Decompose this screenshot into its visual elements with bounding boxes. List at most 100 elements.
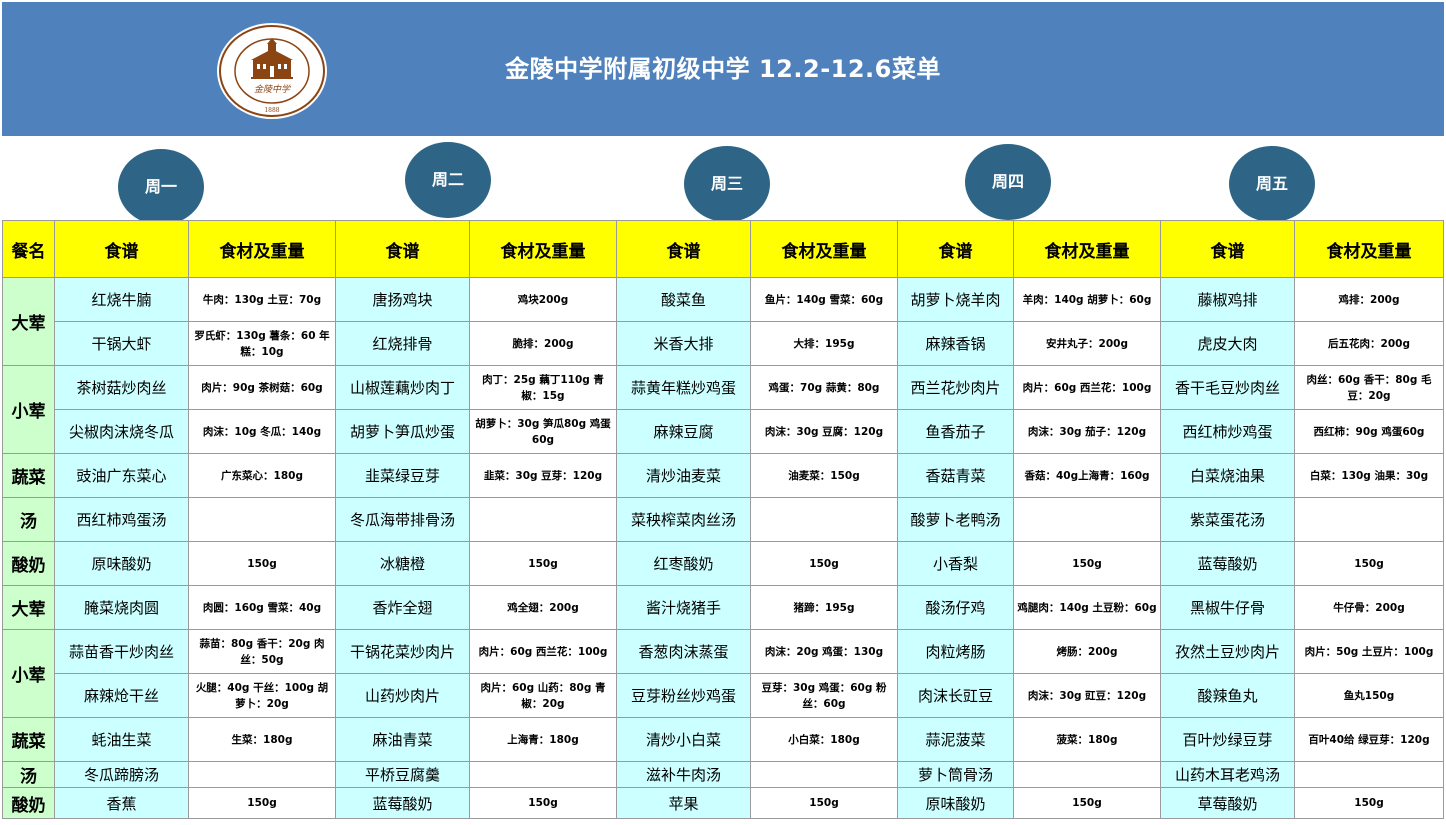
menu-row: 干锅大虾 罗氏虾：130g 薯条：60 年糕：10g 红烧排骨 脆排：200g 米香大排…	[3, 321, 1444, 366]
dish-cell: 藤椒鸡排	[1160, 277, 1295, 322]
dish-cell: 酸菜鱼	[616, 277, 751, 322]
dish-cell: 酸辣鱼丸	[1160, 673, 1295, 718]
dish-cell: 草莓酸奶	[1160, 787, 1295, 819]
ingredient-cell: 150g	[188, 787, 336, 819]
ingredient-cell: 鸡全翅：200g	[469, 585, 617, 630]
dish-cell: 香干毛豆炒肉丝	[1160, 365, 1295, 410]
column-header-ingredients: 食材及重量	[188, 220, 336, 278]
dish-cell: 豉油广东菜心	[54, 453, 189, 498]
dish-cell: 胡萝卜笋瓜炒蛋	[335, 409, 470, 454]
ingredient-cell	[188, 761, 336, 788]
ingredient-cell: 肉沫：20g 鸡蛋：130g	[750, 629, 898, 674]
ingredient-cell: 蒜苗：80g 香干：20g 肉丝：50g	[188, 629, 336, 674]
dish-cell: 蒜苗香干炒肉丝	[54, 629, 189, 674]
dish-cell: 紫菜蛋花汤	[1160, 497, 1295, 542]
dish-cell: 香葱肉沫蒸蛋	[616, 629, 751, 674]
ingredient-cell: 鸡排：200g	[1294, 277, 1444, 322]
ingredient-cell: 肉片：60g 西兰花：100g	[469, 629, 617, 674]
column-header-dish: 食谱	[897, 220, 1014, 278]
ingredient-cell	[469, 761, 617, 788]
menu-row: 蔬菜 豉油广东菜心 广东菜心：180g 韭菜绿豆芽 韭菜：30g 豆芽：120g 清炒油麦…	[2, 453, 1444, 498]
dish-cell: 红枣酸奶	[616, 541, 751, 586]
ingredient-cell: 牛肉：130g 土豆：70g	[188, 277, 336, 322]
ingredient-cell: 广东菜心：180g	[188, 453, 336, 498]
ingredient-cell: 豆芽：30g 鸡蛋：60g 粉丝：60g	[750, 673, 898, 718]
dish-cell: 冬瓜海带排骨汤	[335, 497, 470, 542]
page-title: 金陵中学附属初级中学 12.2-12.6菜单	[505, 55, 941, 83]
ingredient-cell: 150g	[750, 787, 898, 819]
menu-row: 大荤 红烧牛腩 牛肉：130g 土豆：70g 唐扬鸡块 鸡块200g 酸菜鱼 鱼片：140g…	[2, 277, 1444, 366]
dish-cell: 肉粒烤肠	[897, 629, 1014, 674]
column-header-category: 餐名	[2, 220, 55, 278]
ingredient-cell: 白菜：130g 油果：30g	[1294, 453, 1444, 498]
ingredient-cell: 肉片：60g 西兰花：100g	[1013, 365, 1161, 410]
dish-cell: 香蕉	[54, 787, 189, 819]
dish-cell: 麻辣香锅	[897, 321, 1014, 366]
day-circle-wednesday: 周三	[684, 146, 770, 222]
menu-row: 酸奶 原味酸奶 150g 冰糖橙 150g 红枣酸奶 150g 小香梨 150g 蓝莓酸奶 150g	[2, 541, 1444, 586]
ingredient-cell: 胡萝卜：30g 笋瓜80g 鸡蛋60g	[469, 409, 617, 454]
ingredient-cell: 大排：195g	[750, 321, 898, 366]
menu-row: 小荤 茶树菇炒肉丝 肉片：90g 茶树菇：60g 山椒莲藕炒肉丁 肉丁：25g 藕丁11…	[2, 365, 1444, 454]
menu-table: 餐名 食谱 食材及重量 食谱 食材及重量 食谱 食材及重量 食谱 食材及重量 食…	[2, 220, 1444, 819]
menu-row: 酸奶 香蕉 150g 蓝莓酸奶 150g 苹果 150g 原味酸奶 150g 草莓酸奶 150g	[2, 787, 1444, 819]
dish-cell: 原味酸奶	[54, 541, 189, 586]
dish-cell: 干锅大虾	[54, 321, 189, 366]
dish-cell: 西红柿炒鸡蛋	[1160, 409, 1295, 454]
column-header-row: 餐名 食谱 食材及重量 食谱 食材及重量 食谱 食材及重量 食谱 食材及重量 食…	[2, 220, 1444, 278]
category-cell: 大荤	[2, 585, 55, 630]
ingredient-cell: 肉片：90g 茶树菇：60g	[188, 365, 336, 410]
dish-cell: 西兰花炒肉片	[897, 365, 1014, 410]
dish-cell: 香炸全翅	[335, 585, 470, 630]
dish-cell: 豆芽粉丝炒鸡蛋	[616, 673, 751, 718]
dish-cell: 蓝莓酸奶	[335, 787, 470, 819]
ingredient-cell: 火腿：40g 干丝：100g 胡萝卜：20g	[188, 673, 336, 718]
dish-cell: 虎皮大肉	[1160, 321, 1295, 366]
ingredient-cell: 韭菜：30g 豆芽：120g	[469, 453, 617, 498]
dish-cell: 鱼香茄子	[897, 409, 1014, 454]
dish-cell: 清炒小白菜	[616, 717, 751, 762]
dish-cell: 萝卜筒骨汤	[897, 761, 1014, 788]
dish-cell: 蒜黄年糕炒鸡蛋	[616, 365, 751, 410]
dish-cell: 唐扬鸡块	[335, 277, 470, 322]
category-cell: 蔬菜	[2, 453, 55, 498]
ingredient-cell: 150g	[1013, 787, 1161, 819]
ingredient-cell: 安井丸子：200g	[1013, 321, 1161, 366]
dish-cell: 茶树菇炒肉丝	[54, 365, 189, 410]
dish-cell: 滋补牛肉汤	[616, 761, 751, 788]
day-circle-tuesday: 周二	[405, 142, 491, 218]
column-header-ingredients: 食材及重量	[750, 220, 898, 278]
ingredient-cell: 150g	[469, 787, 617, 819]
ingredient-cell: 鱼片：140g 雪菜：60g	[750, 277, 898, 322]
menu-row: 尖椒肉沫烧冬瓜 肉沫：10g 冬瓜：140g 胡萝卜笋瓜炒蛋 胡萝卜：30g 笋瓜80…	[3, 409, 1444, 454]
menu-row: 汤西红柿鸡蛋汤 冬瓜海带排骨汤 菜秧榨菜肉丝汤 酸萝卜老鸭汤 紫菜蛋花汤	[2, 497, 1444, 542]
header-banner: 金陵中学 1888 金陵中学附属初级中学 12.2-12.6菜单	[2, 2, 1444, 137]
ingredient-cell: 肉片：60g 山药：80g 青椒：20g	[469, 673, 617, 718]
ingredient-cell: 猪蹄：195g	[750, 585, 898, 630]
dish-cell: 山药炒肉片	[335, 673, 470, 718]
ingredient-cell	[1294, 497, 1444, 542]
ingredient-cell: 肉丝：60g 香干：80g 毛豆：20g	[1294, 365, 1444, 410]
ingredient-cell: 罗氏虾：130g 薯条：60 年糕：10g	[188, 321, 336, 366]
dish-cell: 蓝莓酸奶	[1160, 541, 1295, 586]
ingredient-cell	[1013, 761, 1161, 788]
dish-cell: 平桥豆腐羹	[335, 761, 470, 788]
ingredient-cell: 肉沫：30g 茄子：120g	[1013, 409, 1161, 454]
menu-body: 大荤 红烧牛腩 牛肉：130g 土豆：70g 唐扬鸡块 鸡块200g 酸菜鱼 鱼片：140g…	[2, 277, 1444, 819]
dish-cell: 冬瓜蹄膀汤	[54, 761, 189, 788]
ingredient-cell: 菠菜：180g	[1013, 717, 1161, 762]
ingredient-cell: 肉沫：30g 豆腐：120g	[750, 409, 898, 454]
ingredient-cell: 羊肉：140g 胡萝卜：60g	[1013, 277, 1161, 322]
ingredient-cell	[750, 497, 898, 542]
category-cell: 大荤	[2, 277, 55, 366]
dish-cell: 红烧排骨	[335, 321, 470, 366]
ingredient-cell: 百叶40给 绿豆芽：120g	[1294, 717, 1444, 762]
category-cell: 蔬菜	[2, 717, 55, 762]
dish-cell: 蒜泥菠菜	[897, 717, 1014, 762]
ingredient-cell: 后五花肉：200g	[1294, 321, 1444, 366]
ingredient-cell: 生菜：180g	[188, 717, 336, 762]
dish-cell: 蚝油生菜	[54, 717, 189, 762]
ingredient-cell: 150g	[1294, 787, 1444, 819]
dish-cell: 原味酸奶	[897, 787, 1014, 819]
dish-cell: 黑椒牛仔骨	[1160, 585, 1295, 630]
